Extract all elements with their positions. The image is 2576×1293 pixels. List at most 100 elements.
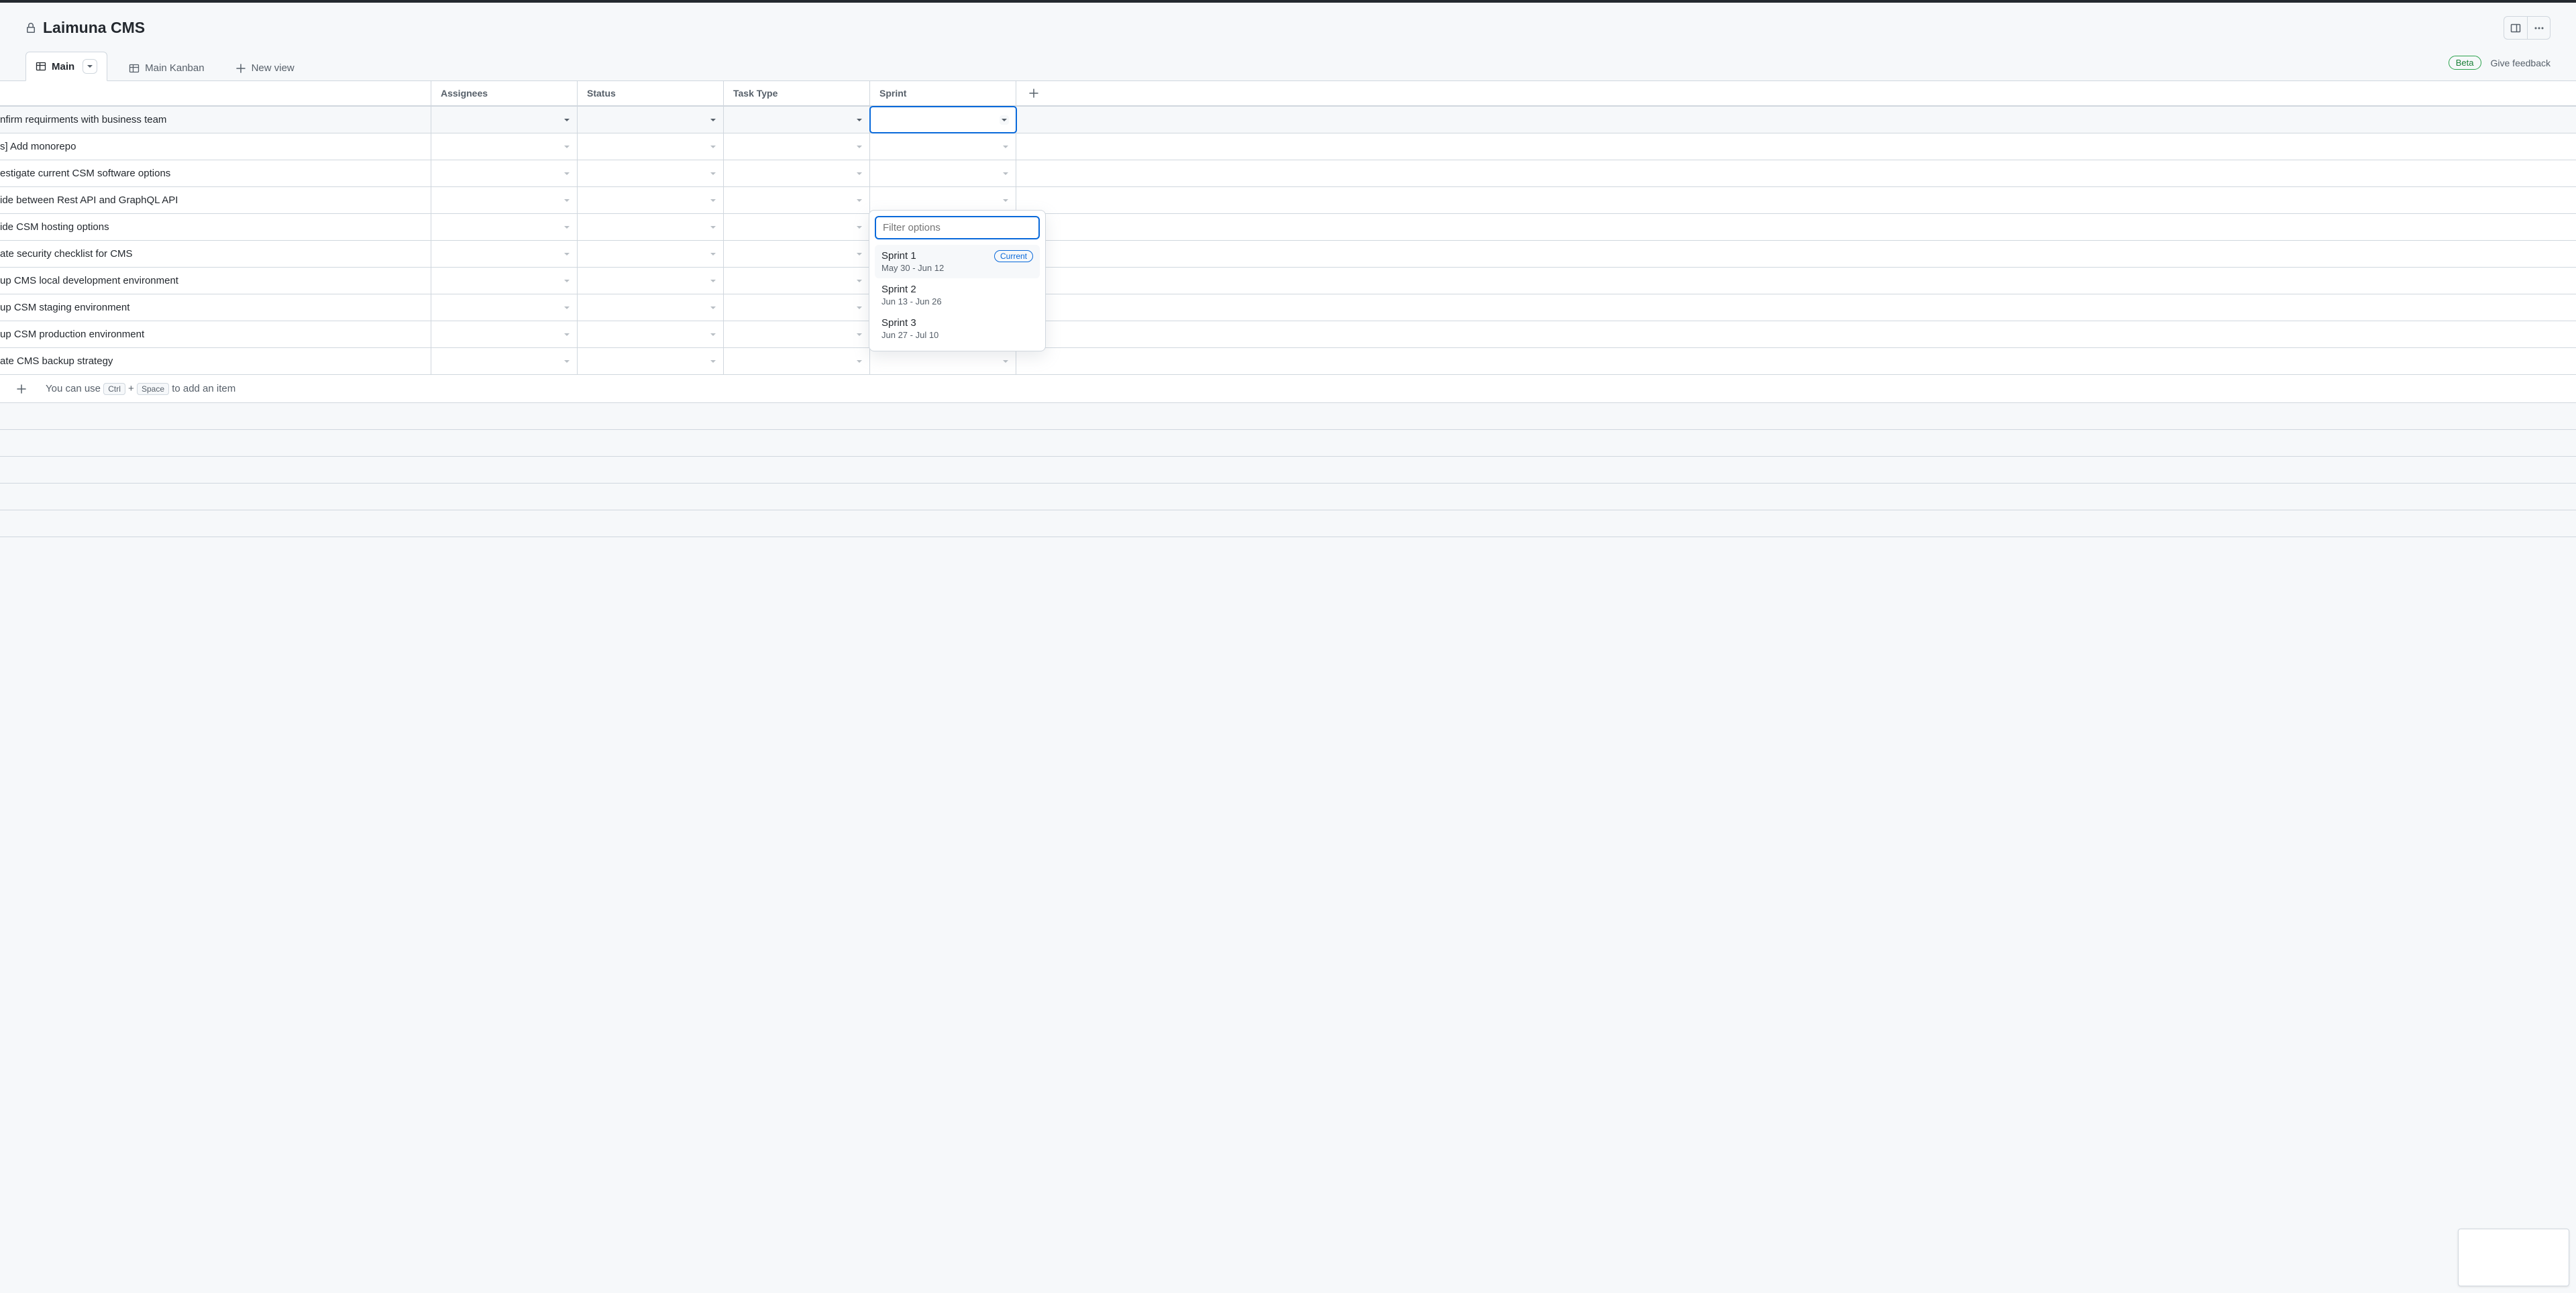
sprint-option[interactable]: Sprint 1May 30 - Jun 12Current <box>875 245 1040 278</box>
table-row[interactable]: up CMS local development environment <box>0 268 2576 294</box>
cell-status[interactable] <box>578 107 724 133</box>
cell-assignees[interactable] <box>431 133 578 160</box>
sprint-option[interactable]: Sprint 2Jun 13 - Jun 26 <box>875 278 1040 312</box>
column-header-assignees[interactable]: Assignees <box>431 81 578 105</box>
cell-tasktype[interactable] <box>724 268 870 294</box>
sprint-option-name: Sprint 3 <box>881 317 938 329</box>
cell-tasktype[interactable] <box>724 107 870 133</box>
caret-down-icon <box>564 304 570 311</box>
table-row[interactable]: ide CSM hosting options <box>0 214 2576 241</box>
cell-tasktype[interactable] <box>724 321 870 347</box>
caret-down-icon <box>710 304 716 311</box>
cell-status[interactable] <box>578 321 724 347</box>
cell-title[interactable]: ate CMS backup strategy <box>0 348 431 374</box>
empty-area <box>0 403 2576 537</box>
table-row[interactable]: nfirm requirments with business team <box>0 107 2576 133</box>
panel-toggle-button[interactable] <box>2504 16 2527 40</box>
table-row[interactable]: s] Add monorepo <box>0 133 2576 160</box>
cell-tasktype[interactable] <box>724 294 870 321</box>
table-icon <box>129 63 140 74</box>
cell-status[interactable] <box>578 348 724 374</box>
cell-assignees[interactable] <box>431 107 578 133</box>
cell-title[interactable]: nfirm requirments with business team <box>0 107 431 133</box>
add-item-row[interactable]: You can use Ctrl + Space to add an item <box>0 375 2576 403</box>
sprint-option-name: Sprint 1 <box>881 250 944 262</box>
cell-status[interactable] <box>578 214 724 240</box>
cell-title[interactable]: ide between Rest API and GraphQL API <box>0 187 431 213</box>
cell-extra <box>1016 214 2576 240</box>
table-row[interactable]: up CSM staging environment <box>0 294 2576 321</box>
beta-badge: Beta <box>2449 56 2481 70</box>
tab-main-dropdown[interactable] <box>83 59 97 74</box>
caret-down-icon <box>710 251 716 258</box>
cell-title[interactable]: up CMS local development environment <box>0 268 431 294</box>
caret-down-icon <box>1002 197 1009 204</box>
cell-title[interactable]: estigate current CSM software options <box>0 160 431 186</box>
cell-tasktype[interactable] <box>724 348 870 374</box>
cell-extra <box>1016 241 2576 267</box>
cell-assignees[interactable] <box>431 348 578 374</box>
cell-sprint[interactable] <box>870 107 1016 133</box>
current-badge: Current <box>994 250 1033 262</box>
table-row[interactable]: up CSM production environment <box>0 321 2576 348</box>
cell-extra <box>1016 268 2576 294</box>
tab-new-view[interactable]: New view <box>226 56 304 80</box>
table-row[interactable]: ate CMS backup strategy <box>0 348 2576 375</box>
tab-main[interactable]: Main <box>25 52 107 81</box>
cell-title[interactable]: up CSM staging environment <box>0 294 431 321</box>
table-row[interactable]: ate security checklist for CMS <box>0 241 2576 268</box>
cell-extra <box>1016 187 2576 213</box>
sprint-option[interactable]: Sprint 3Jun 27 - Jul 10 <box>875 312 1040 345</box>
cell-assignees[interactable] <box>431 241 578 267</box>
plus-icon <box>16 384 27 394</box>
give-feedback-link[interactable]: Give feedback <box>2491 58 2551 68</box>
table-icon <box>36 61 46 72</box>
cell-status[interactable] <box>578 294 724 321</box>
cell-assignees[interactable] <box>431 187 578 213</box>
cell-assignees[interactable] <box>431 160 578 186</box>
tab-kanban[interactable]: Main Kanban <box>119 56 213 80</box>
cell-tasktype[interactable] <box>724 187 870 213</box>
caret-down-icon <box>856 197 863 204</box>
cell-sprint[interactable] <box>870 348 1016 374</box>
plus-icon <box>1028 88 1039 99</box>
cell-tasktype[interactable] <box>724 133 870 160</box>
cell-extra <box>1016 321 2576 347</box>
panel-icon <box>2510 23 2521 34</box>
cell-assignees[interactable] <box>431 268 578 294</box>
cell-sprint[interactable] <box>870 160 1016 186</box>
cell-status[interactable] <box>578 241 724 267</box>
cell-assignees[interactable] <box>431 214 578 240</box>
cell-title[interactable]: s] Add monorepo <box>0 133 431 160</box>
cell-status[interactable] <box>578 133 724 160</box>
minimap-thumbnail[interactable] <box>2458 1229 2569 1286</box>
cell-sprint[interactable] <box>870 133 1016 160</box>
more-options-button[interactable] <box>2527 16 2551 40</box>
cell-tasktype[interactable] <box>724 241 870 267</box>
cell-assignees[interactable] <box>431 294 578 321</box>
table-header-row: Assignees Status Task Type Sprint <box>0 81 2576 107</box>
cell-extra <box>1016 160 2576 186</box>
caret-down-icon <box>856 251 863 258</box>
table-row[interactable]: ide between Rest API and GraphQL API <box>0 187 2576 214</box>
cell-status[interactable] <box>578 268 724 294</box>
column-header-title[interactable] <box>0 81 431 105</box>
tabs-bar: Main Main Kanban New view Beta Give feed <box>0 52 2576 81</box>
column-header-status[interactable]: Status <box>578 81 724 105</box>
cell-title[interactable]: ide CSM hosting options <box>0 214 431 240</box>
table-row[interactable]: estigate current CSM software options <box>0 160 2576 187</box>
cell-extra <box>1016 133 2576 160</box>
caret-down-icon <box>710 224 716 231</box>
column-header-tasktype[interactable]: Task Type <box>724 81 870 105</box>
cell-status[interactable] <box>578 187 724 213</box>
cell-title[interactable]: ate security checklist for CMS <box>0 241 431 267</box>
sprint-filter-input[interactable] <box>875 216 1040 239</box>
add-column-button[interactable] <box>1016 81 2576 105</box>
cell-tasktype[interactable] <box>724 160 870 186</box>
cell-title[interactable]: up CSM production environment <box>0 321 431 347</box>
cell-assignees[interactable] <box>431 321 578 347</box>
caret-down-icon <box>856 170 863 177</box>
cell-status[interactable] <box>578 160 724 186</box>
column-header-sprint[interactable]: Sprint <box>870 81 1016 105</box>
cell-tasktype[interactable] <box>724 214 870 240</box>
